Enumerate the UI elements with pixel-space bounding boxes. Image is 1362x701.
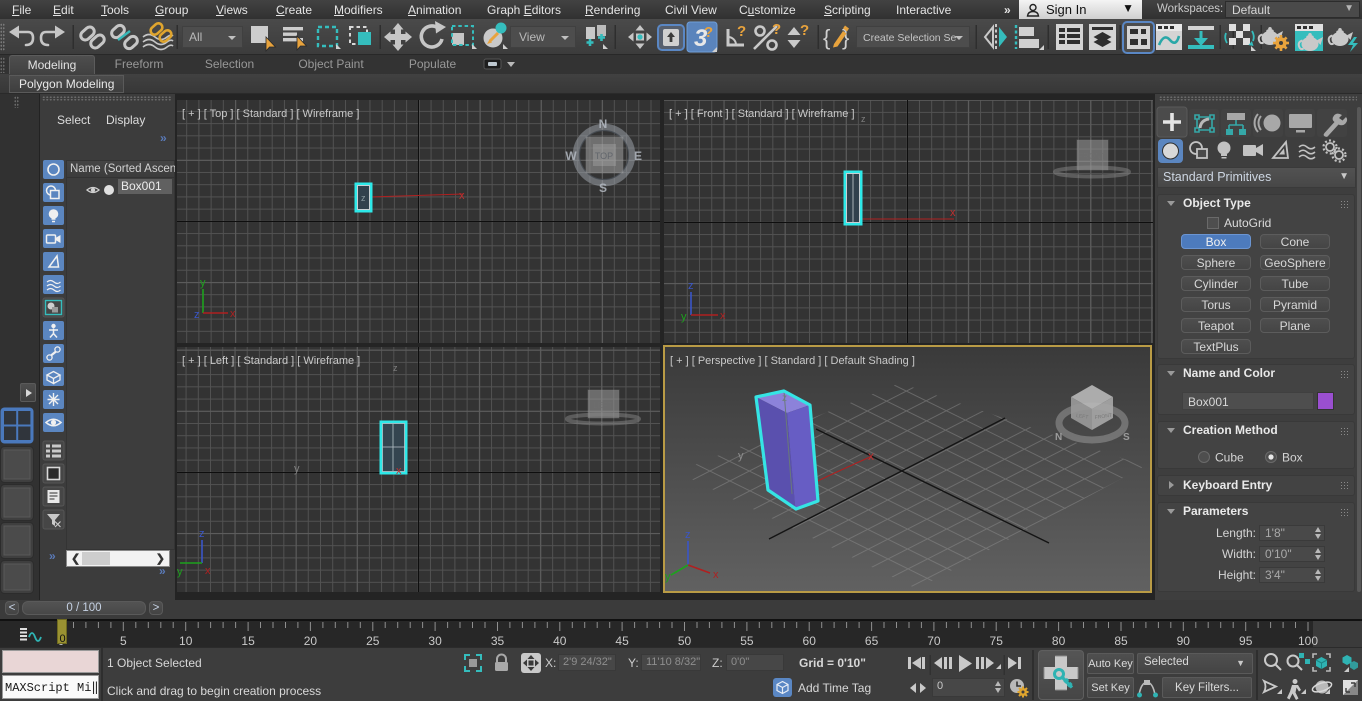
svg-text:50: 50 <box>678 634 692 648</box>
svg-text:?: ? <box>772 21 781 38</box>
svg-text:x: x <box>950 207 956 219</box>
svg-text:x: x <box>459 190 465 202</box>
svg-text:LEFT: LEFT <box>593 401 613 410</box>
svg-text:z: z <box>194 309 200 321</box>
svg-text:80: 80 <box>1052 634 1066 648</box>
svg-text:FRONT: FRONT <box>1078 152 1106 161</box>
svg-text:25: 25 <box>366 634 380 648</box>
svg-text:z: z <box>685 529 691 541</box>
svg-text:45: 45 <box>615 634 629 648</box>
svg-text:N: N <box>1055 432 1062 443</box>
svg-text:z: z <box>361 193 366 203</box>
svg-text:[ + ] [ Left ] [ Standard ] [: [ + ] [ Left ] [ Standard ] [ Wireframe … <box>182 355 360 367</box>
svg-text:y: y <box>665 571 671 583</box>
svg-text:5: 5 <box>120 634 127 648</box>
svg-text:60: 60 <box>803 634 817 648</box>
svg-text:x: x <box>868 449 874 463</box>
svg-text:[ + ] [ Top ] [ Standard ] [ W: [ + ] [ Top ] [ Standard ] [ Wireframe ] <box>182 108 359 120</box>
svg-text:70: 70 <box>927 634 941 648</box>
svg-text:Cube: Cube <box>1215 451 1244 465</box>
svg-text:90: 90 <box>1177 634 1191 648</box>
svg-text:y: y <box>294 463 300 475</box>
svg-text:75: 75 <box>990 634 1004 648</box>
svg-text:55: 55 <box>740 634 754 648</box>
svg-text:N: N <box>599 117 608 131</box>
svg-text:?: ? <box>737 23 746 40</box>
svg-text:y: y <box>200 277 206 289</box>
svg-text:z: z <box>199 528 205 540</box>
svg-text:95: 95 <box>1239 634 1253 648</box>
svg-text:10: 10 <box>179 634 193 648</box>
svg-text:S: S <box>599 181 607 195</box>
svg-text:x: x <box>720 310 726 322</box>
svg-text:35: 35 <box>491 634 505 648</box>
svg-text:?: ? <box>704 24 713 41</box>
svg-text:x: x <box>396 465 402 477</box>
svg-text:30: 30 <box>428 634 442 648</box>
svg-text:z: z <box>393 363 398 373</box>
svg-text:S: S <box>1123 432 1130 443</box>
svg-text:z: z <box>688 280 694 292</box>
svg-text:15: 15 <box>241 634 255 648</box>
svg-text:100: 100 <box>1298 634 1318 648</box>
svg-text:20: 20 <box>304 634 318 648</box>
svg-text:x: x <box>205 565 211 577</box>
svg-text:TOP: TOP <box>595 151 613 161</box>
svg-text:?: ? <box>800 22 809 39</box>
svg-text:{: { <box>823 25 830 50</box>
svg-text:x: x <box>230 308 236 320</box>
svg-text:Box: Box <box>1282 451 1303 465</box>
svg-text:y: y <box>681 311 687 323</box>
svg-text:85: 85 <box>1114 634 1128 648</box>
svg-text:40: 40 <box>553 634 567 648</box>
svg-text:[ + ] [ Perspective ] [ Standa: [ + ] [ Perspective ] [ Standard ] [ Def… <box>670 355 915 367</box>
svg-text:W: W <box>565 149 577 163</box>
svg-text:z: z <box>861 114 866 124</box>
svg-text:x: x <box>713 569 719 581</box>
svg-text:E: E <box>634 149 642 163</box>
svg-text:65: 65 <box>865 634 879 648</box>
svg-text:z: z <box>782 393 787 404</box>
svg-text:y: y <box>738 450 744 462</box>
svg-text:y: y <box>177 566 183 578</box>
svg-text:[ + ] [ Front ] [ Standard ] [: [ + ] [ Front ] [ Standard ] [ Wireframe… <box>669 108 855 120</box>
